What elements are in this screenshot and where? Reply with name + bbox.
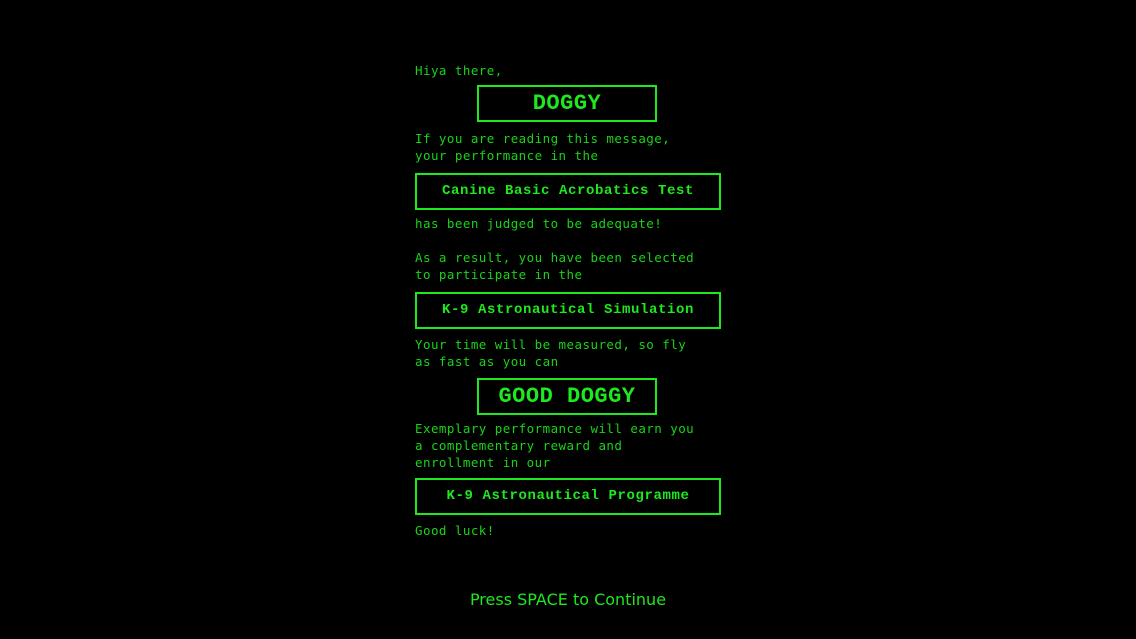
- timing-line-2: as fast as you can: [415, 354, 559, 369]
- continue-prompt[interactable]: Press SPACE to Continue: [0, 590, 1136, 609]
- greeting-text: Hiya there,: [415, 63, 503, 78]
- reward-line-2: a complementary reward and: [415, 438, 623, 453]
- simulation-name-box: K-9 Astronautical Simulation: [415, 292, 721, 329]
- praise-box: GOOD DOGGY: [477, 378, 657, 415]
- result-line: has been judged to be adequate!: [415, 216, 663, 231]
- name-box: DOGGY: [477, 85, 657, 122]
- selection-line-1: As a result, you have been selected: [415, 250, 695, 265]
- intro-screen: Hiya there, DOGGY If you are reading thi…: [0, 0, 1136, 639]
- selection-line-2: to participate in the: [415, 267, 583, 282]
- briefing-message: Hiya there, DOGGY If you are reading thi…: [415, 62, 721, 539]
- reward-line-1: Exemplary performance will earn you: [415, 421, 695, 436]
- test-name-box: Canine Basic Acrobatics Test: [415, 173, 721, 210]
- closing-text: Good luck!: [415, 523, 495, 538]
- programme-name-box: K-9 Astronautical Programme: [415, 478, 721, 515]
- intro-line-2: your performance in the: [415, 148, 599, 163]
- reward-line-3: enrollment in our: [415, 455, 551, 470]
- timing-line-1: Your time will be measured, so fly: [415, 337, 687, 352]
- intro-line-1: If you are reading this message,: [415, 131, 671, 146]
